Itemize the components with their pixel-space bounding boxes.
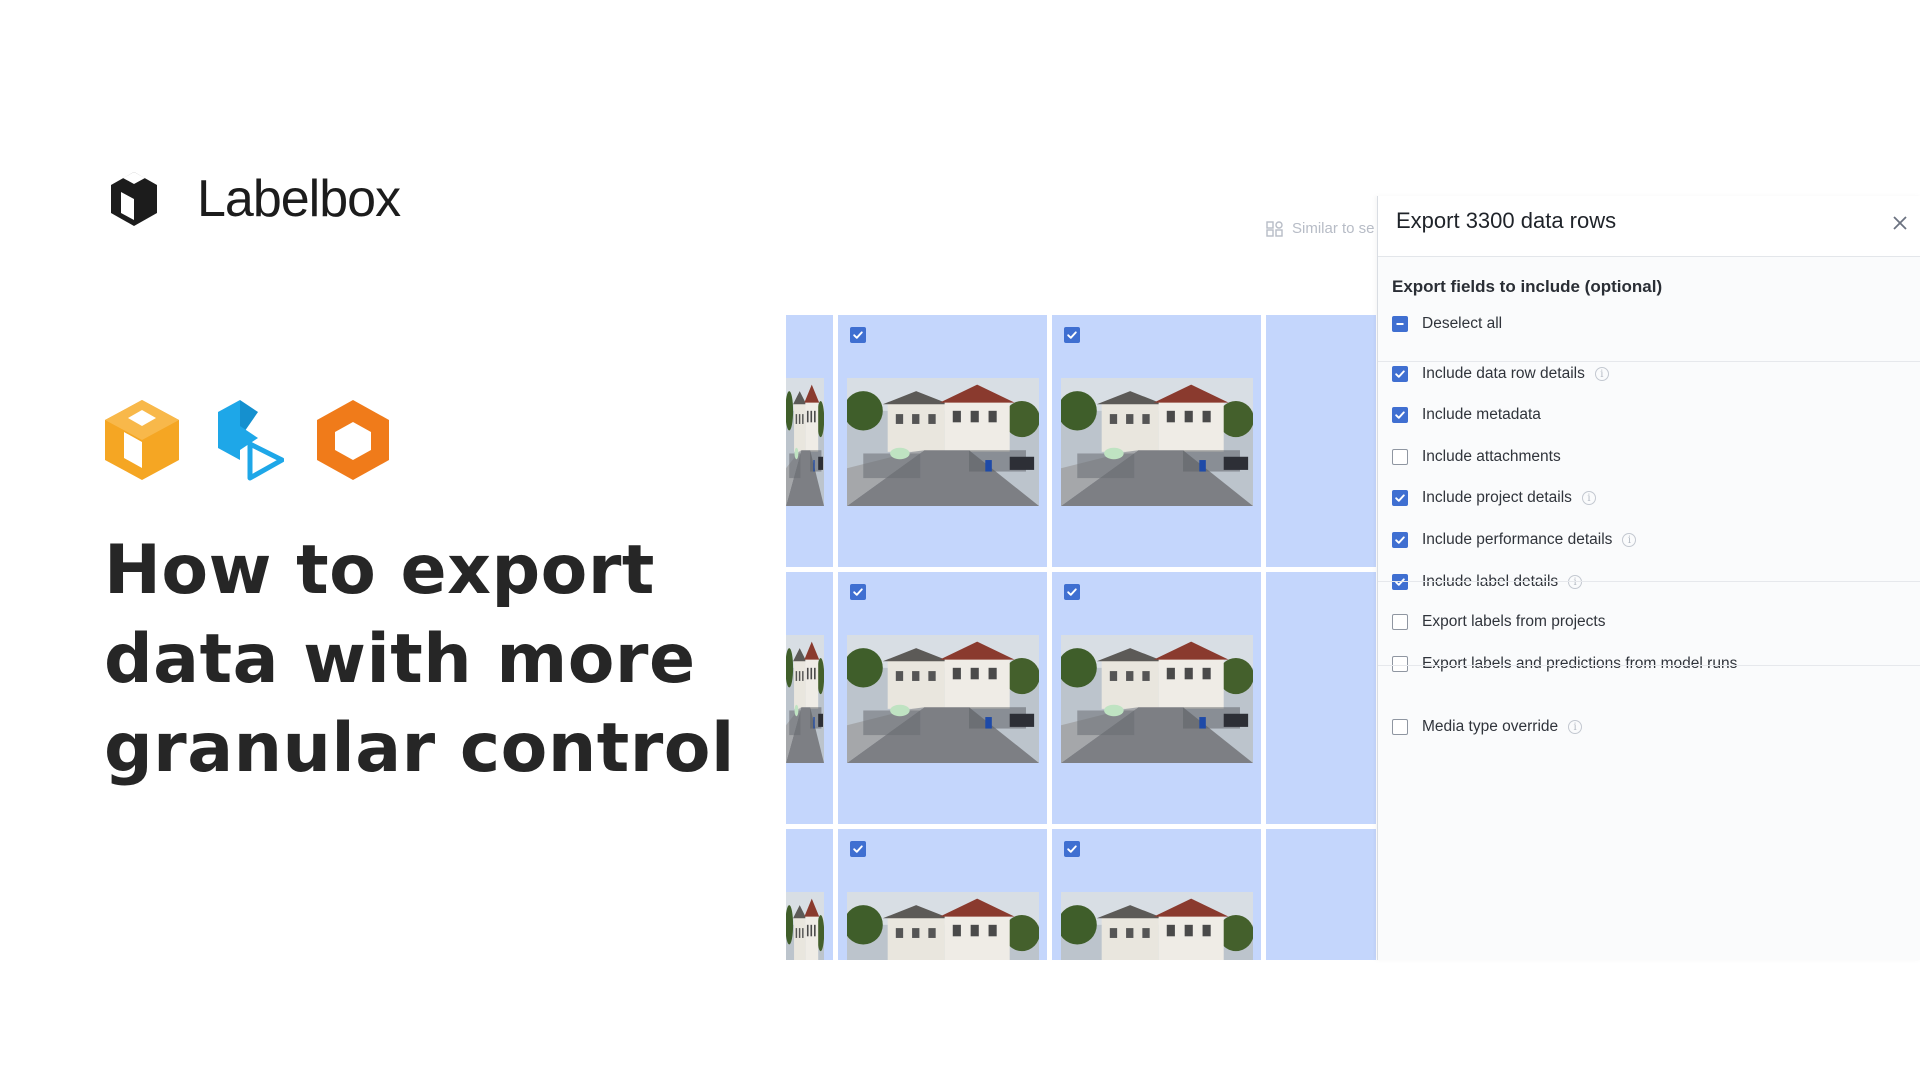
- data-row-thumbnail: [786, 378, 824, 506]
- data-row-card[interactable]: [1266, 829, 1376, 960]
- data-row-card[interactable]: [1052, 572, 1261, 824]
- export-labels-from-projects-checkbox[interactable]: Export labels from projects: [1392, 611, 1606, 633]
- info-icon[interactable]: i: [1594, 367, 1609, 381]
- checkbox-checked-icon[interactable]: [1392, 574, 1408, 590]
- data-row-thumbnail: [786, 635, 824, 763]
- checkbox-checked-icon[interactable]: [850, 327, 866, 343]
- info-icon[interactable]: i: [1622, 533, 1637, 547]
- export-panel: Export 3300 data rows Export fields to i…: [1377, 196, 1920, 960]
- data-row-card[interactable]: [1266, 315, 1376, 567]
- checkbox-checked-icon[interactable]: [1064, 584, 1080, 600]
- checkbox-checked-icon[interactable]: [1392, 490, 1408, 506]
- data-row-thumbnail: [847, 892, 1039, 960]
- data-row-card[interactable]: [786, 315, 833, 567]
- checkbox-checked-icon[interactable]: [1392, 407, 1408, 423]
- data-row-card[interactable]: [786, 829, 833, 960]
- brand-name: Labelbox: [197, 170, 401, 228]
- data-row-thumbnail: [847, 378, 1039, 506]
- model-icon: [314, 398, 392, 487]
- data-row-thumbnail: [1061, 378, 1253, 506]
- include-attachments-label: Include attachments: [1422, 448, 1561, 465]
- checkbox-checked-icon[interactable]: [1064, 841, 1080, 857]
- headline: How to export data with more granular co…: [104, 526, 735, 793]
- include-project-details-label: Include project details: [1422, 489, 1572, 506]
- include-metadata-checkbox[interactable]: Include metadata: [1392, 404, 1541, 426]
- checkbox-unchecked-icon[interactable]: [1392, 614, 1408, 630]
- checkbox-checked-icon[interactable]: [1392, 532, 1408, 548]
- data-row-card[interactable]: [1052, 315, 1261, 567]
- include-label-details-checkbox[interactable]: Include label details i: [1392, 571, 1583, 593]
- info-icon[interactable]: i: [1568, 575, 1583, 589]
- include-performance-details-checkbox[interactable]: Include performance details i: [1392, 529, 1637, 551]
- checkbox-unchecked-icon[interactable]: [1392, 719, 1408, 735]
- checkbox-unchecked-icon[interactable]: [1392, 656, 1408, 672]
- include-data-row-details-checkbox[interactable]: Include data row details i: [1392, 363, 1609, 385]
- checkbox-checked-icon[interactable]: [1064, 327, 1080, 343]
- close-icon[interactable]: [1889, 212, 1911, 234]
- data-row-thumbnail: [1061, 892, 1253, 960]
- checkbox-checked-icon[interactable]: [850, 841, 866, 857]
- data-row-card[interactable]: [838, 829, 1047, 960]
- data-row-grid: [786, 315, 1376, 960]
- include-performance-details-label: Include performance details: [1422, 531, 1613, 548]
- similar-label: Similar to se: [1292, 220, 1375, 237]
- export-labels-from-projects-label: Export labels from projects: [1422, 613, 1606, 630]
- info-icon[interactable]: i: [1568, 720, 1583, 734]
- data-row-thumbnail: [786, 892, 824, 960]
- deselect-all-label: Deselect all: [1422, 315, 1503, 332]
- media-type-override-label: Media type override: [1422, 718, 1559, 735]
- data-row-card[interactable]: [838, 572, 1047, 824]
- export-fields-title: Export fields to include (optional): [1392, 277, 1663, 296]
- checkbox-checked-icon[interactable]: [850, 584, 866, 600]
- include-label-details-label: Include label details: [1422, 573, 1559, 590]
- checkbox-unchecked-icon[interactable]: [1392, 449, 1408, 465]
- headline-line-1: How to export: [104, 531, 655, 610]
- data-row-card[interactable]: [838, 315, 1047, 567]
- include-attachments-checkbox[interactable]: Include attachments: [1392, 446, 1561, 468]
- labelbox-logo-icon: [111, 172, 157, 226]
- info-icon[interactable]: i: [1581, 491, 1596, 505]
- divider: [1378, 361, 1920, 362]
- export-panel-header: Export 3300 data rows: [1378, 196, 1920, 257]
- headline-line-2: data with more: [104, 620, 696, 699]
- checkbox-checked-icon[interactable]: [1392, 366, 1408, 382]
- divider: [1378, 665, 1920, 666]
- data-row-card[interactable]: [786, 572, 833, 824]
- data-row-thumbnail: [1061, 635, 1253, 763]
- deselect-all-checkbox[interactable]: Deselect all: [1392, 313, 1502, 335]
- indeterminate-checkbox-icon[interactable]: [1392, 316, 1408, 332]
- similar-to-selection-button[interactable]: Similar to se: [1266, 220, 1375, 237]
- similarity-icon: [1266, 220, 1283, 237]
- headline-line-3: granular control: [104, 709, 735, 788]
- brand-logo: Labelbox: [109, 168, 401, 230]
- annotate-icon: [214, 398, 285, 487]
- include-metadata-label: Include metadata: [1422, 406, 1541, 423]
- divider: [1378, 581, 1920, 582]
- data-row-thumbnail: [847, 635, 1039, 763]
- export-panel-title: Export 3300 data rows: [1396, 208, 1617, 233]
- export-labels-and-predictions-from-model-runs-checkbox[interactable]: Export labels and predictions from model…: [1392, 653, 1737, 675]
- export-labels-and-predictions-from-model-runs-label: Export labels and predictions from model…: [1422, 655, 1738, 672]
- media-type-override-checkbox[interactable]: Media type override i: [1392, 716, 1583, 738]
- data-row-card[interactable]: [1052, 829, 1261, 960]
- include-project-details-checkbox[interactable]: Include project details i: [1392, 487, 1596, 509]
- data-row-card[interactable]: [1266, 572, 1376, 824]
- include-data-row-details-label: Include data row details: [1422, 365, 1585, 382]
- catalog-icon: [102, 398, 182, 487]
